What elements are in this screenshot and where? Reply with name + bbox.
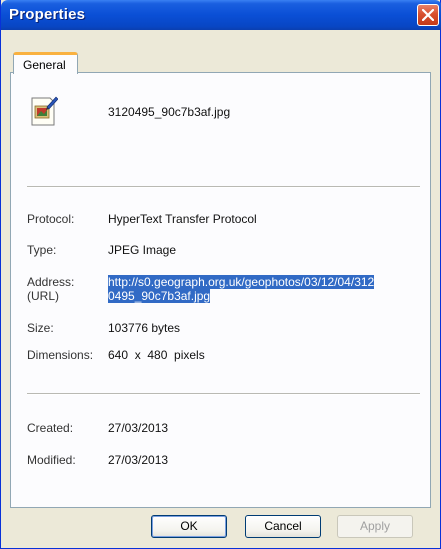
ok-button[interactable]: OK (151, 515, 227, 538)
close-icon (422, 9, 434, 21)
modified-value: 27/03/2013 (108, 453, 169, 467)
dimensions-label: Dimensions: (27, 348, 94, 362)
window-title: Properties (9, 6, 86, 23)
dimensions-value: 640 x 480 pixels (108, 348, 205, 362)
separator (27, 393, 420, 395)
protocol-label: Protocol: (27, 212, 75, 226)
file-name: 3120495_90c7b3af.jpg (108, 105, 231, 119)
address-value[interactable]: http://s0.geograph.org.uk/geophotos/03/1… (108, 275, 408, 303)
properties-dialog: Properties General 3120495_90c7b3af.jpg … (0, 0, 441, 549)
separator (27, 186, 420, 188)
protocol-value: HyperText Transfer Protocol (108, 212, 257, 226)
modified-label: Modified: (27, 453, 76, 467)
cancel-button[interactable]: Cancel (245, 515, 321, 538)
address-url-label: (URL) (27, 289, 59, 303)
address-label: Address: (27, 275, 75, 289)
jpeg-image-file-icon (31, 96, 58, 126)
created-value: 27/03/2013 (108, 421, 169, 435)
address-value-line1: http://s0.geograph.org.uk/geophotos/03/1… (108, 275, 375, 289)
tab-general[interactable]: General (13, 52, 78, 74)
apply-button[interactable]: Apply (337, 515, 413, 538)
type-label: Type: (27, 243, 57, 257)
address-value-line2: 0495_90c7b3af.jpg (108, 289, 211, 303)
close-button[interactable] (417, 4, 439, 26)
tab-general-label: General (23, 58, 66, 72)
title-bar[interactable]: Properties (1, 0, 441, 30)
size-label: Size: (27, 321, 54, 335)
size-value: 103776 bytes (108, 321, 181, 335)
type-value: JPEG Image (108, 243, 177, 257)
created-label: Created: (27, 421, 74, 435)
general-panel: 3120495_90c7b3af.jpg Protocol: HyperText… (10, 72, 431, 508)
